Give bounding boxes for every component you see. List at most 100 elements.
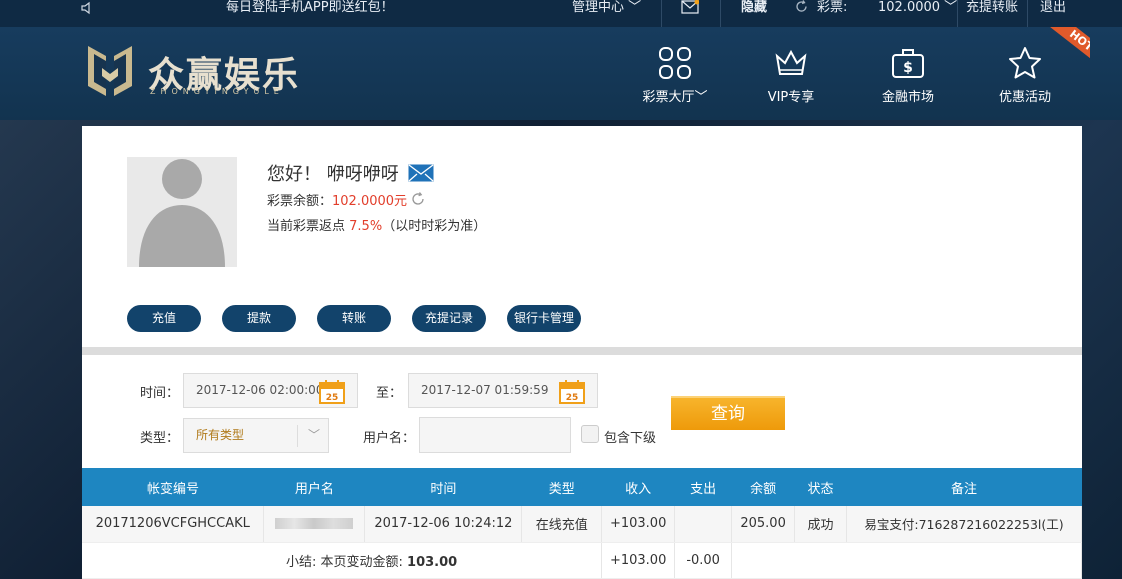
withdraw-button[interactable]: 提款 <box>222 305 296 332</box>
select-divider <box>297 425 298 447</box>
account-panel: 您好！ 咿呀咿呀 彩票余额：102.0000元 当前彩票返点 7.5%（以时时彩… <box>82 126 1082 579</box>
hot-badge: HOT <box>1040 27 1090 61</box>
nav-finance-market[interactable]: $ 金融市场 <box>858 46 958 105</box>
table-header-row: 帐变编号 用户名 时间 类型 收入 支出 余额 状态 备注 <box>82 468 1082 506</box>
deposit-withdraw-link[interactable]: 充提转账 <box>966 0 1018 27</box>
col-header-remark: 备注 <box>846 468 1082 506</box>
cell-remark: 易宝支付:716287216022253l(工) <box>846 506 1082 543</box>
nav-vip[interactable]: VIP专享 <box>741 46 841 105</box>
col-header-balance: 余额 <box>731 468 795 506</box>
bank-card-button[interactable]: 银行卡管理 <box>507 305 581 332</box>
type-select-value: 所有类型 <box>196 428 245 442</box>
speaker-icon <box>80 1 94 28</box>
divider <box>1027 0 1028 27</box>
calendar-icon[interactable]: 25 <box>319 380 345 417</box>
announcement[interactable]: 每日登陆手机APP即送红包！ <box>226 0 394 27</box>
chevron-down-icon: ﹀ <box>307 428 320 442</box>
transfer-button[interactable]: 转账 <box>317 305 391 332</box>
chevron-down-icon: ﹀ <box>628 0 642 15</box>
nav-label: 彩票大厅 <box>642 90 695 105</box>
chevron-down-icon: ﹀ <box>694 90 708 105</box>
cell-balance: 205.00 <box>731 506 796 543</box>
lottery-label: 彩票: <box>817 0 848 15</box>
manage-center-link[interactable]: 管理中心 ﹀ <box>572 0 641 27</box>
username-input[interactable] <box>419 417 571 453</box>
svg-text:$: $ <box>903 60 913 76</box>
chevron-down-icon: ﹀ <box>944 0 958 15</box>
cell-time: 2017-12-06 10:24:12 <box>364 506 523 543</box>
balance-amount: 102.0000元 <box>332 194 408 209</box>
start-time-input[interactable]: 2017-12-06 02:00:00 25 <box>183 373 358 408</box>
end-time-value: 2017-12-07 01:59:59 <box>421 383 549 397</box>
col-header-type: 类型 <box>521 468 602 506</box>
calendar-day: 25 <box>326 393 339 403</box>
briefcase-dollar-icon: $ <box>892 49 924 78</box>
logout-link[interactable]: 退出 <box>1040 0 1066 27</box>
summary-empty <box>731 542 1082 579</box>
blurred-username <box>275 518 354 530</box>
calendar-day: 25 <box>566 393 579 403</box>
greeting-text: 您好！ 咿呀咿呀 <box>267 164 399 185</box>
cell-expense <box>674 506 733 543</box>
rebate-note: （以时时彩为准） <box>382 219 487 234</box>
crown-icon <box>775 49 807 75</box>
col-header-expense: 支出 <box>674 468 732 506</box>
logo-subtitle: ZHONGYINGYULE <box>150 87 284 96</box>
type-select[interactable]: 所有类型 ﹀ <box>183 418 329 453</box>
rebate-info: 当前彩票返点 7.5%（以时时彩为准） <box>267 215 486 234</box>
summary-row: 小结: 本页变动金额: 103.00 +103.00 -0.00 <box>82 542 1082 579</box>
logo-icon[interactable] <box>84 44 136 100</box>
records-button[interactable]: 充提记录 <box>412 305 486 332</box>
include-sub-checkbox[interactable] <box>581 425 599 443</box>
nav-label: 金融市场 <box>881 90 934 105</box>
hide-balance-button[interactable]: 隐藏 <box>741 0 767 27</box>
cell-type: 在线充值 <box>521 506 603 543</box>
mail-icon[interactable] <box>681 0 700 27</box>
summary-income: +103.00 <box>601 542 676 579</box>
summary-amount: 103.00 <box>407 554 458 570</box>
start-time-value: 2017-12-06 02:00:00 <box>196 383 324 397</box>
star-icon <box>1009 47 1041 79</box>
summary-cell: 小结: 本页变动金额: 103.00 <box>82 542 603 579</box>
cell-status: 成功 <box>794 506 848 543</box>
end-time-input[interactable]: 2017-12-07 01:59:59 25 <box>408 373 598 408</box>
type-label: 类型： <box>140 431 180 446</box>
transaction-table: 帐变编号 用户名 时间 类型 收入 支出 余额 状态 备注 20171206VC… <box>82 468 1082 579</box>
username-label: 用户名： <box>363 431 416 446</box>
col-header-id: 帐变编号 <box>82 468 264 506</box>
balance-label: 彩票余额： <box>267 194 333 209</box>
to-label: 至： <box>376 386 403 401</box>
cell-id: 20171206VCFGHCCAKL <box>82 506 265 543</box>
col-header-username: 用户名 <box>263 468 365 506</box>
top-bar: 每日登陆手机APP即送红包！ 管理中心 ﹀ 隐藏 彩票: 102.0000 ﹀ … <box>0 0 1122 27</box>
greeting: 您好！ 咿呀咿呀 <box>267 160 434 187</box>
col-header-income: 收入 <box>601 468 675 506</box>
col-header-status: 状态 <box>794 468 847 506</box>
envelope-icon[interactable] <box>408 164 434 187</box>
nav-lottery-hall[interactable]: 彩票大厅﹀ <box>625 46 725 105</box>
hot-badge-label: HOT <box>1048 27 1090 61</box>
refresh-icon[interactable] <box>795 0 808 27</box>
divider <box>661 0 662 27</box>
rebate-value: 7.5% <box>349 219 383 234</box>
manage-center-label: 管理中心 <box>572 0 625 15</box>
cell-username <box>263 506 366 543</box>
avatar[interactable] <box>127 157 237 267</box>
summary-expense: -0.00 <box>674 542 733 579</box>
table-row[interactable]: 20171206VCFGHCCAKL 2017-12-06 10:24:12 在… <box>82 506 1082 543</box>
deposit-button[interactable]: 充值 <box>127 305 201 332</box>
nav-label: VIP专享 <box>767 90 815 105</box>
lottery-balance: 彩票余额：102.0000元 <box>267 190 425 210</box>
include-sub-label: 包含下级 <box>604 431 657 446</box>
divider <box>720 0 721 27</box>
refresh-icon[interactable] <box>411 192 425 210</box>
topbar-balance[interactable]: 102.0000 ﹀ <box>878 0 957 27</box>
divider <box>957 0 958 27</box>
calendar-icon[interactable]: 25 <box>559 380 585 417</box>
grid-icon <box>659 47 691 79</box>
summary-label: 小结: 本页变动金额: <box>285 554 403 570</box>
section-divider <box>82 347 1082 355</box>
rebate-label: 当前彩票返点 <box>267 219 346 234</box>
time-label: 时间： <box>140 386 180 401</box>
query-button[interactable]: 查询 <box>671 396 785 430</box>
